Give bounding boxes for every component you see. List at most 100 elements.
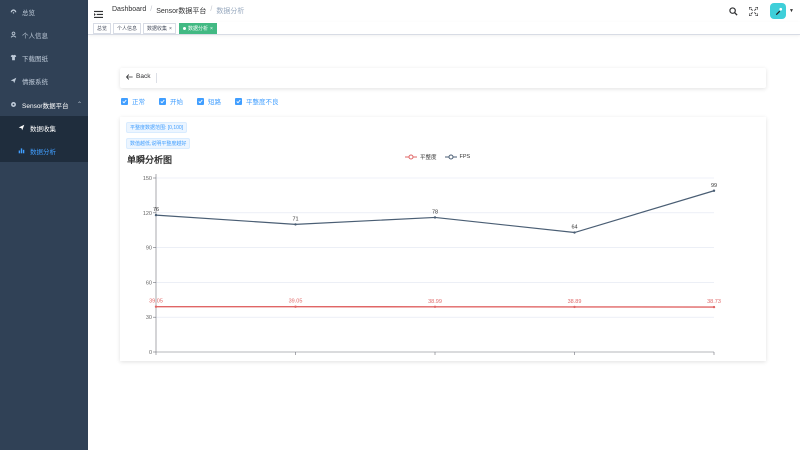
check-icon: [197, 97, 204, 105]
filter-label: 平整度不良: [246, 99, 279, 106]
legend-label: 平整度: [420, 155, 437, 161]
y-tick-label: 150: [143, 176, 152, 182]
data-label: 64: [571, 225, 577, 231]
back-label: Back: [136, 73, 151, 80]
legend-item-flatness[interactable]: 平整度: [405, 153, 437, 161]
y-tick-label: 30: [146, 315, 152, 321]
breadcrumb-separator: /: [210, 6, 213, 13]
arrow-left-icon: [126, 73, 133, 80]
breadcrumb-item[interactable]: Sensor数据平台: [156, 6, 206, 16]
legend-item-fps[interactable]: FPS: [444, 153, 471, 161]
chart-panel: 0 30 60 90 120 150 39.05 39.05 38.99 38.89 38.73 76…: [120, 117, 766, 361]
dashboard-icon: [6, 8, 20, 15]
data-point: [294, 223, 297, 226]
close-icon[interactable]: ×: [169, 26, 172, 32]
sidebar-item-label: 数据分析: [30, 148, 56, 156]
avatar[interactable]: [770, 3, 787, 19]
breadcrumb-item[interactable]: Dashboard: [112, 6, 146, 16]
tag-data-collect[interactable]: 数据收集 ×: [143, 23, 176, 34]
back-button[interactable]: Back: [126, 73, 150, 80]
breadcrumb-separator: /: [150, 6, 153, 13]
data-label: 39.05: [149, 299, 163, 305]
legend-label: FPS: [459, 154, 471, 160]
data-point: [712, 189, 716, 192]
data-point: [573, 305, 576, 309]
tag-label: 数据分析: [188, 26, 209, 32]
filter-short-checkbox[interactable]: 短路: [197, 96, 221, 106]
tag-overview[interactable]: 总览: [93, 23, 112, 34]
tag-label: 数据收集: [147, 26, 168, 32]
data-point: [154, 305, 158, 308]
data-label: 76: [153, 207, 159, 213]
filter-checkbox-group: 正常 开始 短路 平整度不良: [121, 96, 293, 106]
check-icon: [159, 97, 166, 105]
tag-label: 总览: [97, 26, 108, 32]
tag-data-analysis[interactable]: 数据分析 ×: [179, 23, 217, 34]
sidebar-item-label: 数据收集: [30, 125, 56, 133]
search-icon[interactable]: [726, 4, 740, 18]
bar-chart-icon: [14, 147, 28, 154]
data-label: 38.89: [568, 299, 582, 305]
close-icon[interactable]: ×: [210, 26, 213, 32]
info-tag: 平整度数据范围: [0,100]: [126, 122, 188, 133]
tags-view: 总览 个人信息 数据收集 × 数据分析 ×: [88, 22, 800, 35]
active-dot: [183, 27, 186, 30]
data-point: [433, 216, 437, 219]
sidebar-item-intel[interactable]: 情报系统: [0, 69, 88, 92]
chart-legend: 平整度 FPS: [405, 153, 478, 161]
send-icon: [6, 77, 20, 84]
tag-label: 个人信息: [117, 26, 138, 32]
sidebar-item-label: 情报系统: [22, 78, 48, 86]
data-label: 38.99: [428, 299, 442, 305]
divider: [156, 73, 157, 83]
navbar-right: ▼: [726, 0, 800, 22]
breadcrumb: Dashboard / Sensor数据平台 / 数据分析: [112, 6, 244, 16]
filter-normal-checkbox[interactable]: 正常: [121, 96, 145, 106]
sidebar: 总览 个人信息 下载图纸 情报系统 Sensor数据平台 ⌃ 数据收集 数据分析: [0, 0, 88, 450]
data-point: [433, 305, 437, 308]
filter-label: 正常: [132, 99, 145, 106]
sidebar-item-label: 下载图纸: [22, 55, 48, 63]
tag-profile[interactable]: 个人信息: [113, 23, 142, 34]
legend-line-icon: [405, 154, 417, 160]
data-label: 39.05: [289, 299, 303, 305]
info-tag: 数值越低,说明平整度越好: [126, 138, 191, 149]
sidebar-item-label: 个人信息: [22, 32, 48, 40]
sidebar-item-label: Sensor数据平台: [22, 102, 69, 110]
filter-label: 开始: [170, 99, 183, 106]
y-tick-label: 120: [143, 211, 152, 217]
sidebar-item-label: 总览: [22, 9, 35, 17]
data-label: 71: [292, 216, 298, 222]
fullscreen-icon[interactable]: [746, 4, 760, 18]
data-point: [573, 231, 576, 234]
data-label: 78: [432, 209, 438, 215]
page-header: Back: [120, 68, 766, 88]
filter-label: 短路: [208, 99, 221, 106]
send-icon: [14, 124, 28, 131]
data-label: 99: [711, 183, 717, 189]
breadcrumb-current: 数据分析: [216, 8, 245, 15]
data-label: 38.73: [707, 299, 721, 305]
user-icon: [6, 31, 20, 38]
sidebar-item-sensor-platform[interactable]: Sensor数据平台 ⌃: [0, 93, 88, 116]
y-tick-label: 90: [146, 246, 152, 252]
data-point: [712, 305, 716, 309]
y-tick-label: 60: [146, 280, 152, 286]
navbar: Dashboard / Sensor数据平台 / 数据分析 ▼: [88, 0, 800, 22]
sidebar-item-data-collect[interactable]: 数据收集: [0, 116, 88, 139]
legend-line-icon: [444, 154, 457, 160]
chart-title: 单瞬分析图: [127, 155, 173, 165]
data-point: [154, 213, 158, 217]
sidebar-item-data-analysis[interactable]: 数据分析: [0, 139, 88, 162]
check-icon: [235, 97, 242, 105]
y-tick-label: 0: [149, 350, 152, 356]
sidebar-item-overview[interactable]: 总览: [0, 0, 88, 23]
check-icon: [121, 97, 128, 105]
sidebar-item-profile[interactable]: 个人信息: [0, 23, 88, 46]
sidebar-item-download[interactable]: 下载图纸: [0, 46, 88, 69]
filter-start-checkbox[interactable]: 开始: [159, 96, 183, 106]
filter-flatness-checkbox[interactable]: 平整度不良: [235, 96, 279, 106]
caret-down-icon[interactable]: ▼: [789, 8, 794, 14]
hamburger-icon[interactable]: [94, 6, 103, 19]
gear-icon: [6, 101, 20, 108]
